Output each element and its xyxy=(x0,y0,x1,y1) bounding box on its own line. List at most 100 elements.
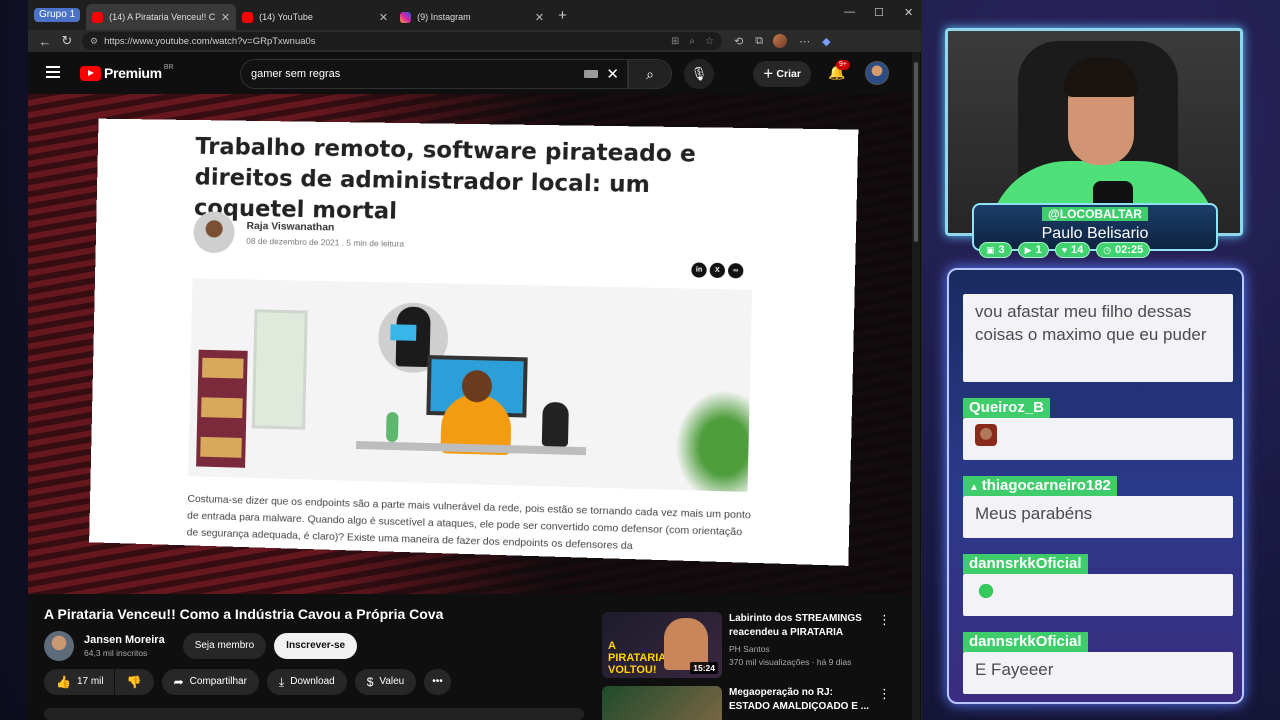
tab-title: (14) YouTube xyxy=(259,12,313,22)
dislike-button[interactable]: 👎 xyxy=(114,669,154,695)
microphone-icon: 🎙 xyxy=(690,66,708,81)
recommended-title: Megaoperação no RJ: ESTADO AMALDIÇOADO E… xyxy=(729,687,869,712)
video-thumbnail[interactable]: A PIRATARIA VOLTOU! 15:24 xyxy=(602,612,722,678)
youtube-logo[interactable]: Premium BR xyxy=(80,64,174,81)
notifications-button[interactable]: 🔔 9+ xyxy=(828,60,850,81)
zoom-icon[interactable]: ⌕ xyxy=(689,36,695,47)
channel-row: Jansen Moreira 64,3 mil inscritos Seja m… xyxy=(44,630,358,662)
tab-group-chip[interactable]: Grupo 1 xyxy=(34,8,81,22)
maximize-icon[interactable]: ☐ xyxy=(874,6,884,19)
share-icon: ➦ xyxy=(173,675,184,689)
tab-instagram[interactable]: (9) Instagram ✕ xyxy=(394,4,550,30)
kebab-menu-icon[interactable]: ⋮ xyxy=(878,612,891,678)
browser-window: Grupo 1 (14) A Pirataria Venceu!! Como a… xyxy=(28,0,922,720)
search-input[interactable]: gamer sem regras ✕ xyxy=(240,59,628,89)
stat-video: ▶ 1 xyxy=(1017,242,1049,258)
streamer-name: Paulo Belisario xyxy=(1041,225,1149,242)
article-meta: 08 de dezembro de 2021 . 5 min de leitur… xyxy=(246,235,405,249)
menu-dots-icon[interactable]: ⋯ xyxy=(799,35,810,48)
author-name: Raja Viswanathan xyxy=(246,219,335,234)
stream-stats: ▣ 3 ▶ 1 ♥ 14 ◷ 02:25 xyxy=(979,242,1156,258)
cactus-illustration xyxy=(385,411,399,443)
like-button[interactable]: 👍 17 mil xyxy=(44,669,114,695)
logo-text: Premium xyxy=(104,65,162,81)
apps-icon[interactable]: ⊞ xyxy=(671,36,679,47)
window-illustration xyxy=(251,309,308,430)
puzzle-icon[interactable]: ⧉ xyxy=(755,35,763,48)
stat-value: 14 xyxy=(1071,244,1084,256)
alien-emote-icon xyxy=(975,580,997,602)
more-actions-button[interactable]: ••• xyxy=(424,669,451,695)
youtube-play-icon xyxy=(80,65,101,81)
kebab-menu-icon[interactable]: ⋮ xyxy=(878,686,891,720)
subscribe-button[interactable]: Inscrever-se xyxy=(274,633,358,659)
back-icon[interactable]: ← xyxy=(34,34,56,49)
page-scrollbar[interactable] xyxy=(912,52,920,720)
video-icon: ▶ xyxy=(1024,245,1032,255)
hamburger-menu-icon[interactable] xyxy=(46,66,60,81)
chat-message-text: vou afastar meu filho dessas coisas o ma… xyxy=(963,294,1233,382)
video-thumbnail[interactable] xyxy=(602,686,722,720)
youtube-favicon-icon xyxy=(92,11,104,23)
video-player[interactable]: Trabalho remoto, software pirateado e di… xyxy=(28,94,912,594)
thanks-button[interactable]: $ Valeu xyxy=(354,669,417,695)
tab-title: (14) A Pirataria Venceu!! Como a Ind xyxy=(109,12,215,22)
bookshelf-illustration xyxy=(196,349,248,468)
face-emote-icon xyxy=(975,424,997,446)
account-avatar[interactable] xyxy=(865,61,889,85)
tab-title: (9) Instagram xyxy=(417,12,471,22)
create-label: Criar xyxy=(776,68,801,80)
share-icons: in X ∞ xyxy=(691,262,746,279)
tab-youtube-video[interactable]: (14) A Pirataria Venceu!! Como a Ind ✕ xyxy=(86,4,237,30)
search-button[interactable]: ⌕ xyxy=(628,59,672,89)
channel-avatar[interactable] xyxy=(44,631,74,661)
author-row: Raja Viswanathan 08 de dezembro de 2021 … xyxy=(193,211,405,257)
recommended-meta: 370 mil visualizações · há 9 dias xyxy=(729,657,852,667)
star-icon[interactable]: ☆ xyxy=(705,36,714,47)
article-screenshot: Trabalho remoto, software pirateado e di… xyxy=(89,118,859,566)
chat-message-text: Meus parabéns xyxy=(963,496,1233,538)
clear-search-icon[interactable]: ✕ xyxy=(606,65,619,83)
laptop-illustration xyxy=(390,324,417,341)
stat-value: 02:25 xyxy=(1115,244,1144,256)
share-button[interactable]: ➦ Compartilhar xyxy=(161,669,259,695)
notification-badge: 9+ xyxy=(836,60,850,70)
x-icon: X xyxy=(709,262,726,279)
download-button[interactable]: ⤓ Download xyxy=(266,669,347,695)
tab-youtube-home[interactable]: (14) YouTube ✕ xyxy=(236,4,394,30)
new-tab-icon[interactable]: + xyxy=(558,7,567,24)
download-label: Download xyxy=(290,676,335,687)
omnibox[interactable]: ⚙ https://www.youtube.com/watch?v=GRpTxw… xyxy=(82,32,722,50)
subscriber-count: 64,3 mil inscritos xyxy=(84,648,148,658)
stat-likes: ♥ 14 xyxy=(1054,242,1091,258)
copilot-icon[interactable]: ◆ xyxy=(822,35,830,48)
description-box[interactable] xyxy=(44,708,584,720)
extensions-icon[interactable]: ⟲ xyxy=(734,35,743,48)
address-bar: ← ↻ ⚙ https://www.youtube.com/watch?v=GR… xyxy=(28,30,921,52)
tab-strip: Grupo 1 (14) A Pirataria Venceu!! Como a… xyxy=(28,0,921,30)
recommended-video[interactable]: A PIRATARIA VOLTOU! 15:24 Labirinto dos … xyxy=(602,612,892,678)
profile-avatar[interactable] xyxy=(773,34,788,48)
voice-search-button[interactable]: 🎙 xyxy=(684,59,714,89)
verified-icon: ▲ xyxy=(969,482,982,493)
recommended-title: Labirinto dos STREAMINGS reacendeu a PIR… xyxy=(729,613,862,638)
channel-name[interactable]: Jansen Moreira xyxy=(84,634,165,646)
create-button[interactable]: ＋ Criar xyxy=(753,61,811,87)
video-duration: 15:24 xyxy=(690,662,718,674)
keyboard-icon[interactable] xyxy=(584,70,599,78)
recommended-video[interactable]: Megaoperação no RJ: ESTADO AMALDIÇOADO E… xyxy=(602,686,892,720)
youtube-header: Premium BR gamer sem regras ✕ ⌕ 🎙 ＋ Cria… xyxy=(28,52,921,94)
close-window-icon[interactable]: ✕ xyxy=(904,6,913,19)
search-icon: ⌕ xyxy=(646,66,654,82)
reload-icon[interactable]: ↻ xyxy=(56,33,78,49)
stat-time: ◷ 02:25 xyxy=(1096,242,1151,258)
minimize-icon[interactable]: — xyxy=(844,6,855,18)
download-icon: ⤓ xyxy=(278,675,285,689)
site-info-icon[interactable]: ⚙ xyxy=(90,36,98,47)
close-tab-icon[interactable]: ✕ xyxy=(535,11,544,24)
streamer-handle: @LOCOBALTAR xyxy=(1042,207,1148,221)
close-tab-icon[interactable]: ✕ xyxy=(379,11,388,24)
close-tab-icon[interactable]: ✕ xyxy=(221,11,230,24)
author-photo xyxy=(193,211,236,254)
join-button[interactable]: Seja membro xyxy=(182,633,267,659)
